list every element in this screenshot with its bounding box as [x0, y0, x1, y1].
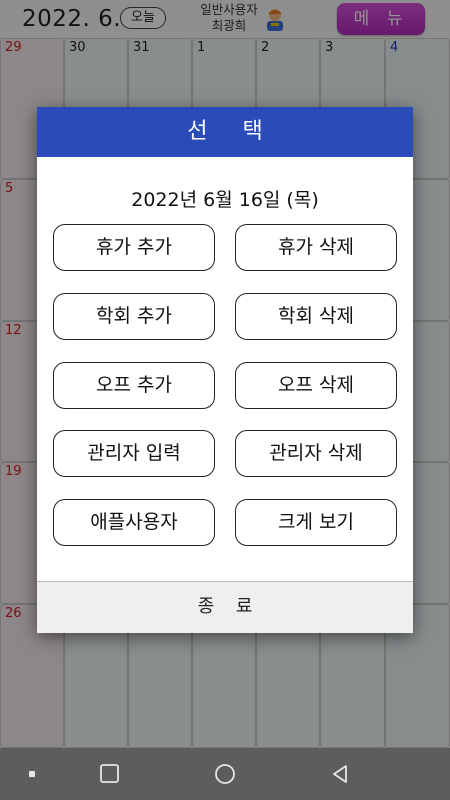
back-triangle-icon[interactable] — [310, 748, 370, 800]
overview-square-icon[interactable] — [80, 748, 140, 800]
admin-input-button[interactable]: 관리자 입력 — [53, 430, 215, 477]
system-nav-bar — [0, 748, 450, 800]
delete-conference-button[interactable]: 학회 삭제 — [235, 293, 397, 340]
select-dialog: 선 택 2022년 6월 16일 (목) 휴가 추가 휴가 삭제 학회 추가 학… — [37, 107, 413, 633]
dialog-title: 선 택 — [37, 107, 413, 157]
delete-off-button[interactable]: 오프 삭제 — [235, 362, 397, 409]
apple-user-button[interactable]: 애플사용자 — [53, 499, 215, 546]
delete-vacation-button[interactable]: 휴가 삭제 — [235, 224, 397, 271]
add-off-button[interactable]: 오프 추가 — [53, 362, 215, 409]
add-vacation-button[interactable]: 휴가 추가 — [53, 224, 215, 271]
selected-date: 2022년 6월 16일 (목) — [131, 189, 319, 211]
zoom-view-button[interactable]: 크게 보기 — [235, 499, 397, 546]
add-conference-button[interactable]: 학회 추가 — [53, 293, 215, 340]
admin-delete-button[interactable]: 관리자 삭제 — [235, 430, 397, 477]
close-button[interactable]: 종 료 — [37, 581, 413, 633]
recents-dot-icon[interactable] — [2, 748, 62, 800]
home-circle-icon[interactable] — [195, 748, 255, 800]
